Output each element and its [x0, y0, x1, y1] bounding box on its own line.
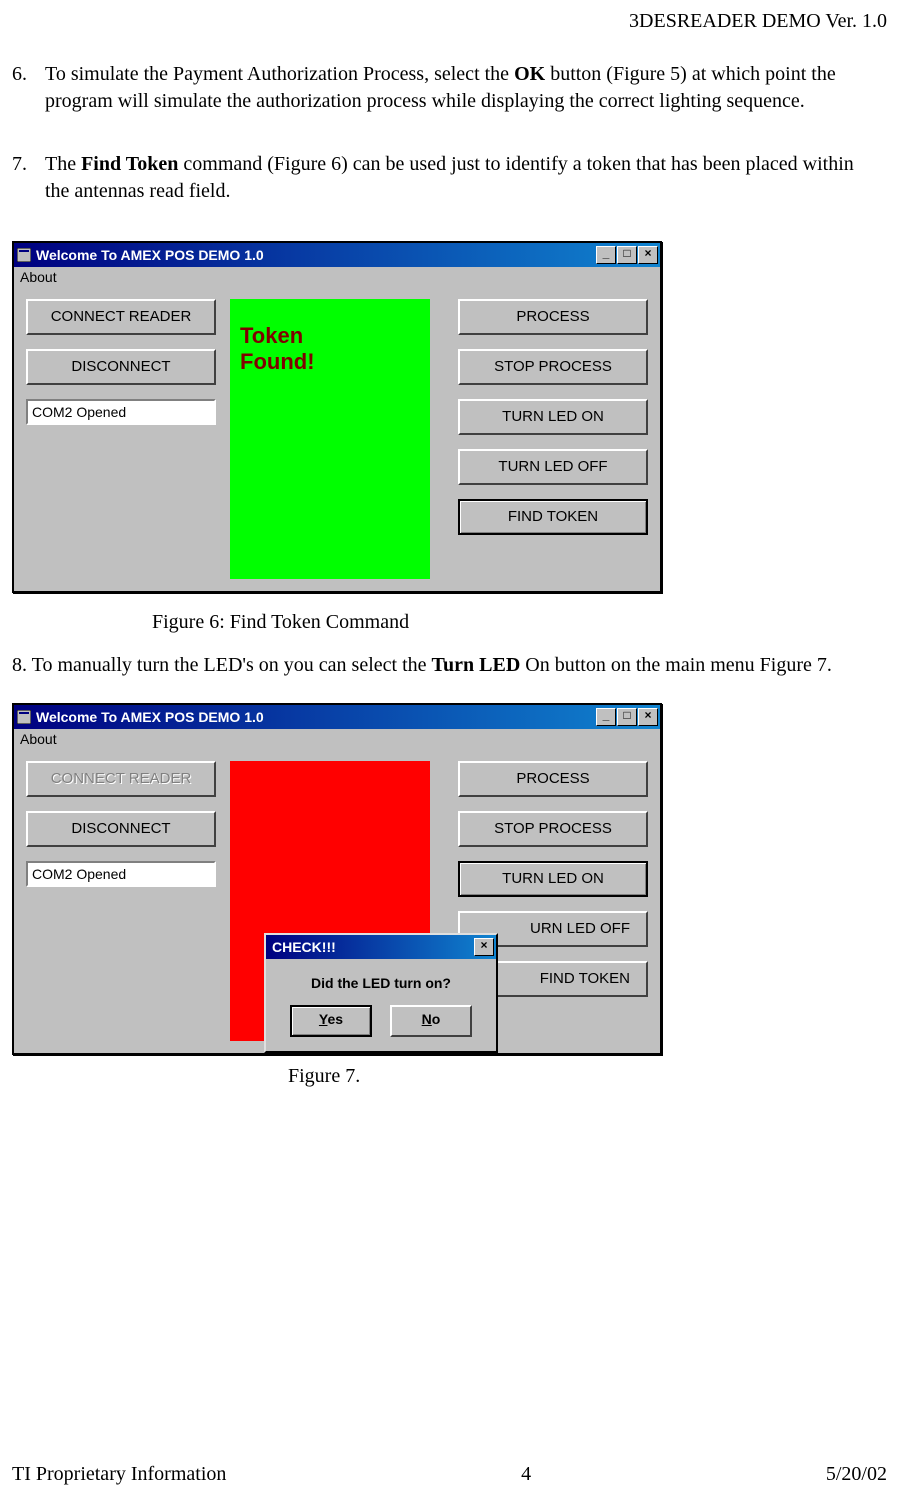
dialog-close-button[interactable]: × [474, 938, 494, 956]
yes-accel: Y [319, 1011, 328, 1027]
find-token-button[interactable]: FIND TOKEN [458, 499, 648, 535]
token-found-line1: Token [240, 323, 420, 349]
disconnect-button[interactable]: DISCONNECT [26, 349, 216, 385]
yes-rest: es [328, 1011, 344, 1027]
list-number-7: 7. [12, 151, 40, 178]
list-number-8: 8. [12, 654, 27, 676]
footer-center: 4 [521, 1463, 531, 1486]
text: To manually turn the LED's on you can se… [27, 654, 432, 676]
list-body-8: To manually turn the LED's on you can se… [27, 654, 832, 676]
no-accel: N [422, 1011, 432, 1027]
text: The [45, 153, 81, 175]
window-title: Welcome To AMEX POS DEMO 1.0 [36, 247, 595, 263]
figure-6-window: Welcome To AMEX POS DEMO 1.0 _ □ × About… [12, 241, 662, 593]
page-header: 3DESREADER DEMO Ver. 1.0 [12, 10, 887, 33]
bold-ok: OK [514, 63, 545, 85]
token-found-panel: Token Found! [230, 299, 430, 579]
maximize-button[interactable]: □ [617, 246, 637, 264]
process-button[interactable]: PROCESS [458, 299, 648, 335]
about-menu[interactable]: About [20, 731, 57, 747]
footer-left: TI Proprietary Information [12, 1463, 226, 1486]
menu-bar: About [14, 267, 660, 287]
bold-turn-led: Turn LED [432, 654, 521, 676]
list-item-6: 6. To simulate the Payment Authorization… [12, 61, 887, 115]
app-icon [16, 247, 32, 263]
connect-reader-button: CONNECT READER [26, 761, 216, 797]
connect-reader-button[interactable]: CONNECT READER [26, 299, 216, 335]
list-body-7: The Find Token command (Figure 6) can be… [45, 151, 865, 205]
list-item-7: 7. The Find Token command (Figure 6) can… [12, 151, 887, 205]
stop-process-button[interactable]: STOP PROCESS [458, 349, 648, 385]
titlebar: Welcome To AMEX POS DEMO 1.0 _ □ × [14, 243, 660, 267]
maximize-button[interactable]: □ [617, 708, 637, 726]
check-dialog: CHECK!!! × Did the LED turn on? Yes No [264, 933, 498, 1053]
minimize-button[interactable]: _ [596, 246, 616, 264]
stop-process-button[interactable]: STOP PROCESS [458, 811, 648, 847]
status-textbox[interactable]: COM2 Opened [26, 861, 216, 887]
figure-7-caption: Figure 7. [288, 1065, 887, 1088]
list-number-6: 6. [12, 61, 40, 88]
app-icon [16, 709, 32, 725]
window-title: Welcome To AMEX POS DEMO 1.0 [36, 709, 595, 725]
no-button[interactable]: No [390, 1005, 472, 1037]
turn-led-off-button[interactable]: TURN LED OFF [458, 449, 648, 485]
list-body-6: To simulate the Payment Authorization Pr… [45, 61, 865, 115]
text: On button on the main menu Figure 7. [520, 654, 832, 676]
process-button[interactable]: PROCESS [458, 761, 648, 797]
yes-button[interactable]: Yes [290, 1005, 372, 1037]
turn-led-on-button[interactable]: TURN LED ON [458, 861, 648, 897]
token-found-line2: Found! [240, 349, 420, 375]
turn-led-on-button[interactable]: TURN LED ON [458, 399, 648, 435]
close-button[interactable]: × [638, 246, 658, 264]
about-menu[interactable]: About [20, 269, 57, 285]
page-footer: TI Proprietary Information 4 5/20/02 [12, 1463, 887, 1486]
no-rest: o [432, 1011, 441, 1027]
dialog-titlebar: CHECK!!! × [266, 935, 496, 959]
dialog-title: CHECK!!! [268, 939, 473, 955]
footer-right: 5/20/02 [826, 1463, 887, 1486]
figure-6-caption: Figure 6: Find Token Command [152, 611, 887, 634]
disconnect-button[interactable]: DISCONNECT [26, 811, 216, 847]
text: To simulate the Payment Authorization Pr… [45, 63, 514, 85]
bold-find-token: Find Token [81, 153, 178, 175]
dialog-message: Did the LED turn on? [266, 959, 496, 999]
list-item-8: 8. To manually turn the LED's on you can… [12, 652, 887, 679]
status-textbox[interactable]: COM2 Opened [26, 399, 216, 425]
minimize-button[interactable]: _ [596, 708, 616, 726]
menu-bar: About [14, 729, 660, 749]
titlebar: Welcome To AMEX POS DEMO 1.0 _ □ × [14, 705, 660, 729]
close-button[interactable]: × [638, 708, 658, 726]
